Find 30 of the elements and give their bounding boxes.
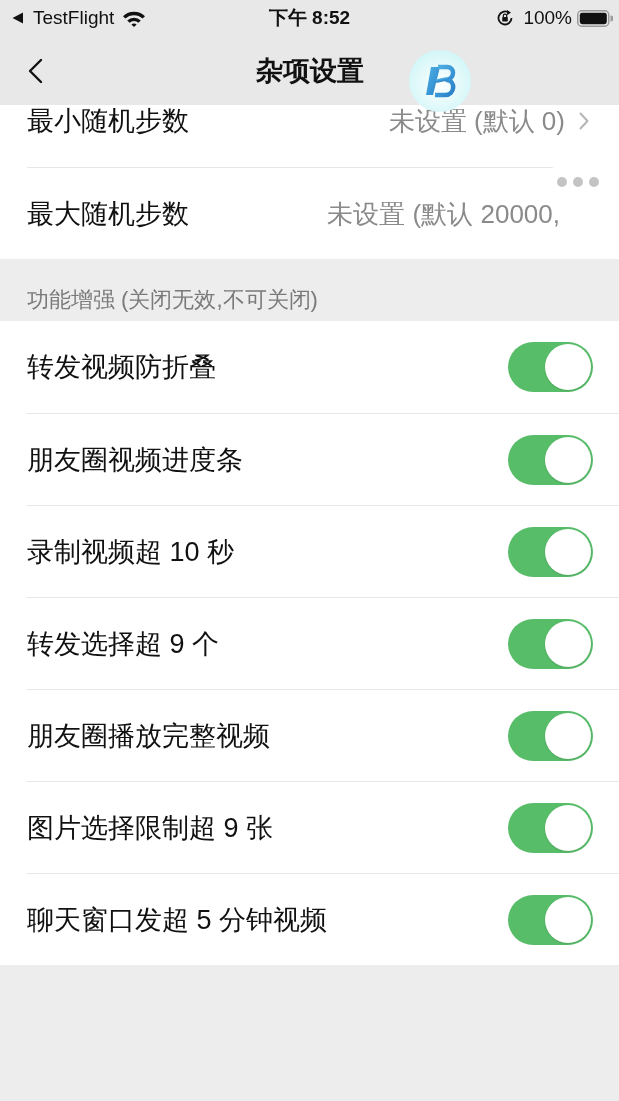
toggle-switch[interactable] bbox=[508, 526, 593, 577]
toggle-switch[interactable] bbox=[508, 894, 593, 945]
setting-label: 朋友圈视频进度条 bbox=[27, 443, 243, 477]
battery-percent: 100% bbox=[523, 7, 572, 29]
toggle-switch[interactable] bbox=[508, 802, 593, 853]
setting-label: 录制视频超 10 秒 bbox=[27, 535, 235, 569]
section-header: 功能增强 (关闭无效,不可关闭) bbox=[27, 287, 318, 312]
back-app-link[interactable]: TestFlight bbox=[33, 7, 115, 29]
setting-label: 图片选择限制超 9 张 bbox=[27, 811, 274, 845]
setting-label: 转发视频防折叠 bbox=[27, 351, 216, 384]
toggle-switch[interactable] bbox=[508, 618, 593, 669]
toggle-switch[interactable] bbox=[508, 434, 593, 485]
page-title: 杂项设置 bbox=[255, 54, 364, 88]
setting-label: 最大随机步数 bbox=[27, 197, 189, 231]
battery-icon bbox=[577, 9, 613, 27]
setting-label: 最小随机步数 bbox=[27, 105, 189, 138]
toggle-switch[interactable] bbox=[508, 710, 593, 761]
status-time: 下午 8:52 bbox=[268, 7, 351, 29]
setting-value[interactable]: 未设置 (默认 0) bbox=[388, 105, 565, 138]
back-triangle-icon[interactable] bbox=[12, 12, 24, 24]
setting-label: 转发选择超 9 个 bbox=[27, 627, 220, 661]
setting-value[interactable]: 未设置 (默认 20000, bbox=[327, 196, 560, 231]
setting-label: 朋友圈播放完整视频 bbox=[27, 719, 270, 753]
rotation-lock-icon bbox=[496, 9, 515, 27]
setting-label: 聊天窗口发超 5 分钟视频 bbox=[27, 903, 328, 937]
more-icon[interactable] bbox=[557, 177, 599, 187]
chevron-right-icon[interactable] bbox=[579, 112, 589, 130]
wifi-icon bbox=[122, 9, 147, 27]
toggle-switch[interactable] bbox=[508, 342, 593, 392]
back-icon[interactable] bbox=[27, 57, 43, 84]
